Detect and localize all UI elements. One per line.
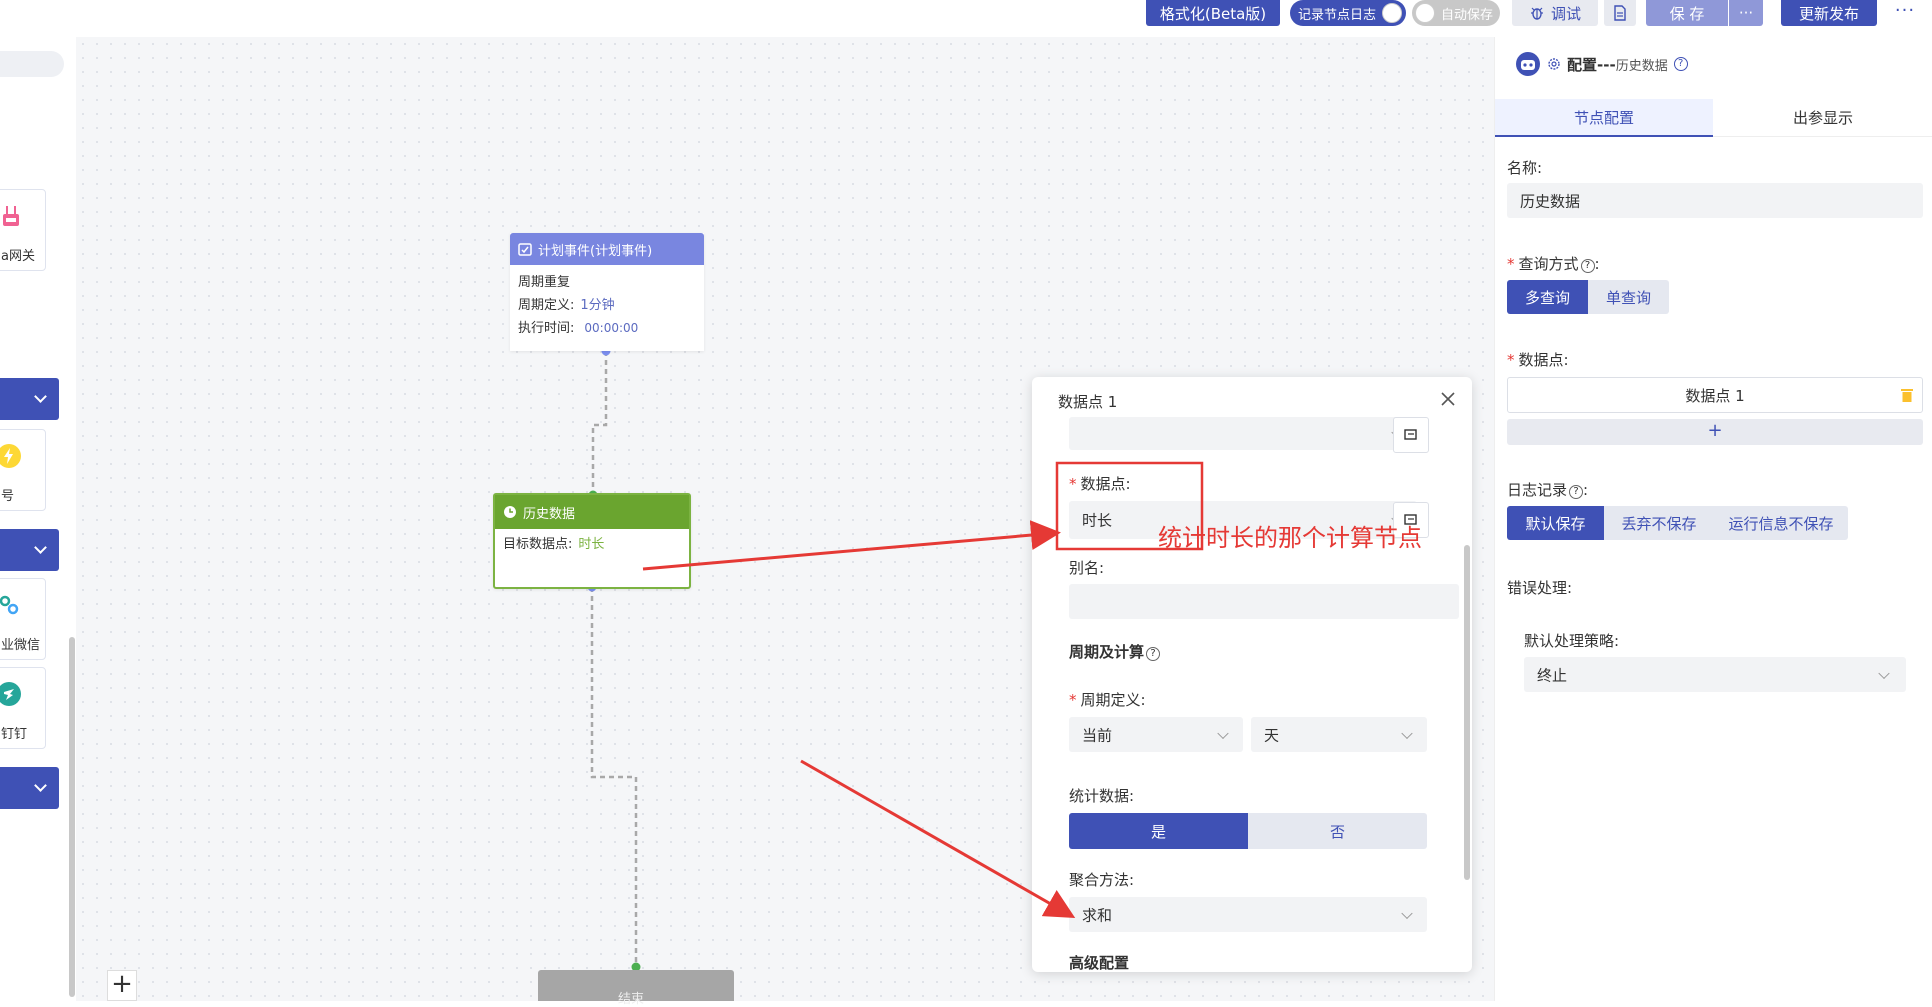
datapoint-item[interactable]: 数据点 1: [1507, 377, 1923, 413]
query-label: * 查询方式?:: [1507, 255, 1600, 273]
node-row: 周期定义: 1分钟: [518, 298, 615, 313]
close-icon[interactable]: [1438, 389, 1458, 409]
dialog-scrollbar[interactable]: [1464, 545, 1470, 880]
panel-header: 配置--- 历史数据 ?: [1515, 51, 1688, 77]
stat-no-button[interactable]: 否: [1248, 813, 1427, 849]
calendar-check-icon: [518, 243, 532, 256]
cycle-def-label: * 周期定义:: [1069, 691, 1146, 709]
panel-title-prefix: 配置---: [1567, 55, 1616, 74]
stat-yes-button[interactable]: 是: [1069, 813, 1248, 849]
annotation-text: 统计时长的那个计算节点: [1158, 524, 1422, 552]
cycle-unit-select[interactable]: 天: [1251, 717, 1427, 752]
help-icon[interactable]: ?: [1146, 647, 1161, 661]
agg-select[interactable]: 求和: [1069, 897, 1427, 932]
cycle-select[interactable]: 当前: [1069, 717, 1243, 752]
datapoint-label: * 数据点:: [1507, 351, 1569, 369]
cycle-section-title: 周期及计算?: [1069, 641, 1161, 662]
node-header: 计划事件(计划事件): [510, 233, 704, 265]
advanced-config-title: 高级配置: [1069, 954, 1130, 972]
device-select[interactable]: [1069, 417, 1417, 450]
chevron-down-icon: [1878, 667, 1890, 679]
log-label: 日志记录?:: [1507, 481, 1589, 499]
agg-label: 聚合方法:: [1069, 871, 1135, 889]
policy-select[interactable]: 终止: [1524, 657, 1906, 692]
help-icon[interactable]: ?: [1673, 57, 1688, 71]
panel-title-node: 历史数据: [1615, 58, 1668, 74]
log-default-save-button[interactable]: 默认保存: [1507, 506, 1604, 540]
name-label: 名称:: [1507, 159, 1543, 177]
log-no-runinfo-button[interactable]: 运行信息不保存: [1714, 506, 1848, 540]
help-icon[interactable]: ?: [1580, 259, 1595, 273]
edit-icon: [1404, 429, 1417, 440]
robot-icon: [1516, 52, 1540, 76]
tab-output-params[interactable]: 出参显示: [1713, 99, 1932, 137]
connector-history-end: [590, 587, 638, 967]
clock-icon: [504, 506, 516, 518]
alias-input[interactable]: [1069, 584, 1459, 619]
chevron-down-icon: [1401, 727, 1413, 739]
dialog-title: 数据点 1: [1058, 393, 1118, 411]
add-node-button[interactable]: +: [107, 970, 137, 1001]
config-panel: 配置--- 历史数据 ? 节点配置 出参显示 名称: 历史数据 * 查询方式?: …: [1494, 37, 1932, 1001]
query-multi-button[interactable]: 多查询: [1507, 280, 1588, 314]
help-icon[interactable]: ?: [1569, 485, 1584, 499]
gear-icon: [1548, 58, 1560, 70]
edit-device-button[interactable]: [1393, 417, 1429, 453]
alias-label: 别名:: [1069, 559, 1105, 577]
stat-label: 统计数据:: [1069, 787, 1135, 805]
query-single-button[interactable]: 单查询: [1588, 280, 1669, 314]
datapoint-dialog: 数据点 1 * 数据点: 时长 别名: 周期及计算? * 周期定义: 当前 天 统计…: [1032, 377, 1472, 972]
log-discard-button[interactable]: 丢弃不保存: [1604, 506, 1714, 540]
node-row: 目标数据点: 时长: [503, 537, 605, 552]
node-end[interactable]: 结束: [538, 970, 734, 1007]
node-header: 历史数据: [495, 495, 689, 529]
node-history-data[interactable]: 历史数据 目标数据点: 时长: [493, 493, 691, 589]
connector-plan-history: [591, 351, 608, 495]
node-row: 执行时间: 00:00:00: [518, 321, 639, 336]
name-input[interactable]: 历史数据: [1507, 183, 1923, 218]
chevron-down-icon: [1217, 727, 1229, 739]
error-label: 错误处理:: [1507, 579, 1573, 597]
trash-icon[interactable]: [1900, 387, 1914, 403]
add-datapoint-button[interactable]: +: [1507, 419, 1923, 445]
node-row: 周期重复: [518, 275, 571, 290]
node-plan-event[interactable]: 计划事件(计划事件) 周期重复 周期定义: 1分钟 执行时间: 00:00:00: [510, 233, 704, 351]
policy-label: 默认处理策略:: [1524, 632, 1620, 650]
chevron-down-icon: [1401, 907, 1413, 919]
tab-node-config[interactable]: 节点配置: [1495, 99, 1713, 137]
datapoint-label: * 数据点:: [1069, 475, 1131, 493]
